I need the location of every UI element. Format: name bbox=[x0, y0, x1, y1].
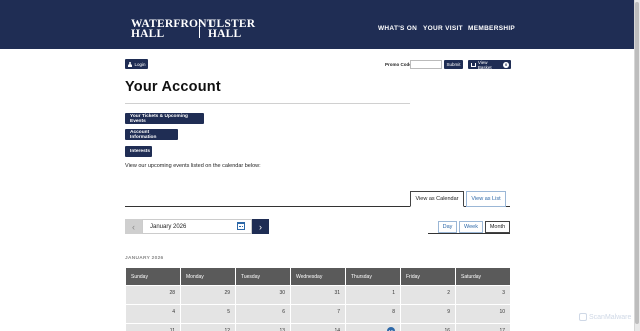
promo-code-input[interactable] bbox=[410, 60, 442, 69]
today-marker: 15 bbox=[387, 327, 395, 331]
scrollbar-thumb[interactable] bbox=[635, 2, 639, 324]
page-title: Your Account bbox=[125, 79, 221, 95]
calendar-day-cell[interactable]: 9 bbox=[401, 305, 455, 323]
calendar-day-cell[interactable]: 6 bbox=[236, 305, 290, 323]
next-month-button[interactable]: › bbox=[252, 219, 269, 234]
login-label: Login bbox=[134, 61, 146, 67]
site-header: WATERFRONT HALL ULSTER HALL WHAT'S ON YO… bbox=[0, 0, 634, 49]
basket-count-badge: 0 bbox=[503, 61, 509, 68]
range-day-button[interactable]: Day bbox=[438, 221, 457, 233]
nav-whats-on[interactable]: WHAT'S ON bbox=[378, 25, 417, 32]
promo-submit-button[interactable]: Submit bbox=[444, 60, 463, 69]
tab-view-list[interactable]: View as List bbox=[466, 191, 506, 207]
calendar-day-cell[interactable]: 13 bbox=[236, 324, 290, 331]
calendar-day-cell[interactable]: 14 bbox=[291, 324, 345, 331]
view-basket-button[interactable]: View Basket 0 bbox=[468, 59, 511, 70]
nav-membership[interactable]: MEMBERSHIP bbox=[468, 25, 515, 32]
calendar-day-cell[interactable]: 7 bbox=[291, 305, 345, 323]
month-picker-field[interactable]: January 2026 bbox=[142, 219, 252, 234]
promo-code-label: Promo Code bbox=[385, 62, 412, 67]
calendar-icon[interactable] bbox=[237, 222, 245, 230]
account-information-button[interactable]: Account Information bbox=[125, 129, 178, 140]
calendar-day-cell[interactable]: 3 bbox=[456, 286, 510, 304]
logo-right-line2: HALL bbox=[208, 27, 242, 40]
chevron-right-icon: › bbox=[259, 221, 262, 232]
logo-divider bbox=[199, 19, 200, 38]
calendar-day-cell[interactable]: 31 bbox=[291, 286, 345, 304]
logo-left-line2: HALL bbox=[131, 27, 165, 40]
calendar-day-cell[interactable]: 8 bbox=[346, 305, 400, 323]
calendar-day-cell[interactable]: 16 bbox=[401, 324, 455, 331]
calendar-day-cell[interactable]: 11 bbox=[126, 324, 180, 331]
watermark-text: ScanMalware bbox=[589, 313, 632, 321]
weekday-header: Saturday bbox=[456, 268, 510, 285]
weekday-header: Wednesday bbox=[291, 268, 345, 285]
weekday-header: Monday bbox=[181, 268, 235, 285]
range-week-button[interactable]: Week bbox=[459, 221, 483, 233]
nav-your-visit[interactable]: YOUR VISIT bbox=[423, 25, 463, 32]
range-month-button[interactable]: Month bbox=[485, 221, 510, 233]
calendar-grid: Sunday Monday Tuesday Wednesday Thursday… bbox=[126, 268, 510, 331]
interests-button[interactable]: Interests bbox=[125, 146, 152, 157]
waterfront-hall-logo[interactable]: WATERFRONT HALL bbox=[131, 19, 215, 40]
calendar-day-cell[interactable]: 29 bbox=[181, 286, 235, 304]
basket-label: View Basket bbox=[477, 59, 492, 70]
calendar-day-cell[interactable]: 1 bbox=[346, 286, 400, 304]
calendar-day-cell[interactable]: 28 bbox=[126, 286, 180, 304]
calendar-intro-text: View our upcoming events listed on the c… bbox=[125, 163, 261, 169]
watermark-icon bbox=[579, 313, 587, 321]
cart-icon bbox=[471, 62, 476, 67]
weekday-header: Friday bbox=[401, 268, 455, 285]
calendar-caption: JANUARY 2026 bbox=[125, 256, 164, 261]
page-scrollbar[interactable] bbox=[634, 0, 640, 331]
tickets-events-button[interactable]: Your Tickets & Upcoming Events bbox=[125, 113, 204, 124]
ulster-hall-logo[interactable]: ULSTER HALL bbox=[208, 19, 255, 40]
calendar-day-cell[interactable]: 5 bbox=[181, 305, 235, 323]
calendar-day-cell-today[interactable]: 15 bbox=[346, 324, 400, 331]
chevron-left-icon: ‹ bbox=[132, 221, 135, 232]
title-divider bbox=[125, 103, 410, 104]
calendar-day-cell[interactable]: 17 bbox=[456, 324, 510, 331]
person-icon bbox=[127, 61, 132, 67]
calendar-day-cell[interactable]: 30 bbox=[236, 286, 290, 304]
weekday-header: Thursday bbox=[346, 268, 400, 285]
weekday-header: Sunday bbox=[126, 268, 180, 285]
calendar-day-cell[interactable]: 2 bbox=[401, 286, 455, 304]
range-divider bbox=[428, 233, 510, 234]
scanmalware-watermark: ScanMalware bbox=[579, 313, 631, 321]
calendar-day-cell[interactable]: 12 bbox=[181, 324, 235, 331]
previous-month-button[interactable]: ‹ bbox=[125, 219, 142, 234]
login-button[interactable]: Login bbox=[125, 59, 148, 69]
calendar-day-cell[interactable]: 4 bbox=[126, 305, 180, 323]
weekday-header: Tuesday bbox=[236, 268, 290, 285]
tab-view-calendar[interactable]: View as Calendar bbox=[410, 191, 464, 207]
calendar-day-cell[interactable]: 10 bbox=[456, 305, 510, 323]
